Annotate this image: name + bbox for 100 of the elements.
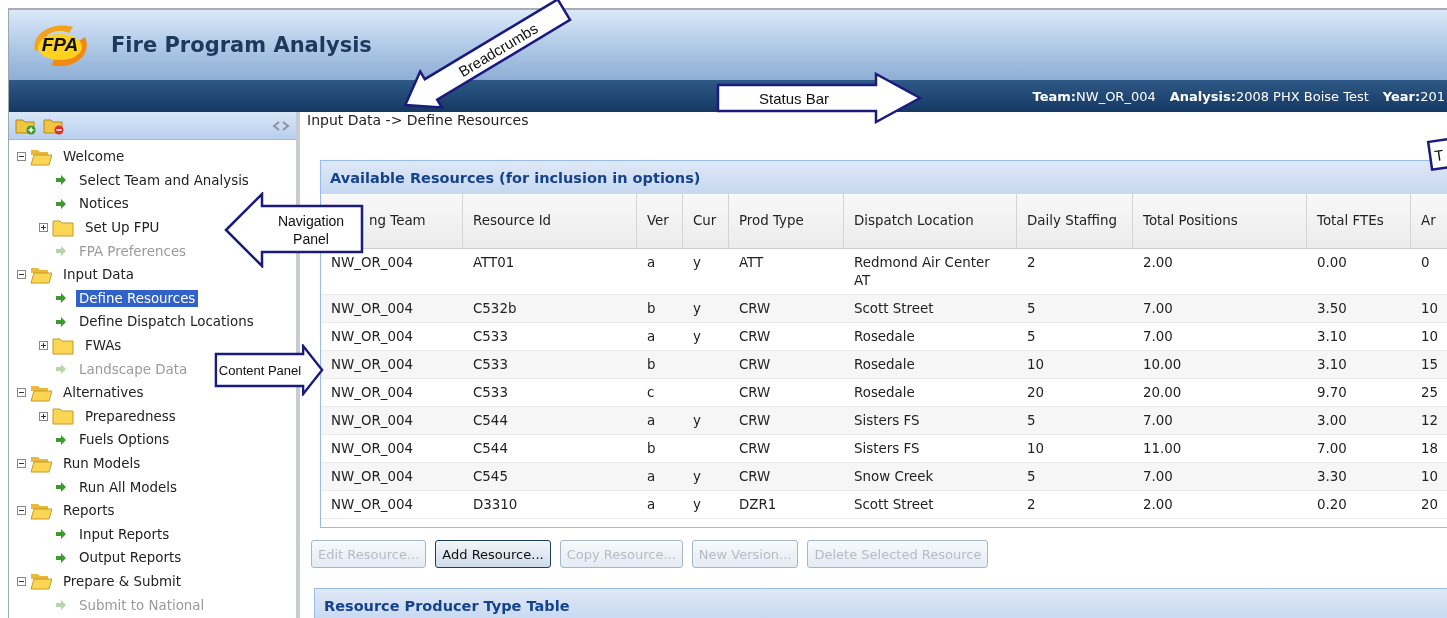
expand-icon[interactable]	[39, 341, 48, 351]
table-cell-text: 10	[1026, 440, 1046, 458]
arrow-icon	[56, 552, 66, 563]
table-cell-text: 2.00	[1142, 496, 1174, 514]
table-cell-text: 20	[1026, 384, 1046, 402]
collapse-icon[interactable]	[17, 152, 26, 162]
tree-item[interactable]: Run All Models	[76, 478, 180, 496]
table-cell-text: C544	[472, 412, 509, 430]
tree-item[interactable]: Preparedness	[82, 407, 179, 425]
column-header[interactable]: Cur	[683, 194, 729, 249]
table-cell-text: Sisters FS	[853, 440, 921, 458]
collapse-icon[interactable]	[17, 388, 26, 398]
arrow-icon	[56, 293, 66, 304]
tree-item[interactable]: Select Team and Analysis	[76, 171, 252, 189]
status-item: Team:NW_OR_004	[1032, 88, 1156, 104]
column-header[interactable]: Dispatch Location	[844, 194, 1017, 249]
table-cell-text: 7.00	[1142, 468, 1174, 486]
table-row[interactable]: NW_OR_004 C544 a y CRW Sisters FS 5 7.00 3.00 12	[321, 407, 1447, 435]
table-cell-text: 5	[1026, 300, 1037, 318]
action-button[interactable]: Add Resource...	[435, 540, 551, 568]
table-cell-text: 7.00	[1316, 440, 1348, 458]
status-item: Year:201	[1382, 88, 1445, 104]
panel-title: Available Resources (for inclusion in options)	[330, 169, 701, 186]
table-row[interactable]: NW_OR_004 C533 b CRW Rosedale 10 10.00 3.10 15	[321, 351, 1447, 379]
open-folder-icon	[30, 147, 52, 166]
collapse-icon[interactable]	[17, 459, 26, 468]
expand-icon[interactable]	[39, 411, 48, 421]
table-cell-text: C533	[472, 328, 509, 346]
open-folder-icon	[30, 454, 52, 473]
column-header[interactable]: Ver	[637, 194, 683, 249]
table-cell-text: NW_OR_004	[330, 412, 415, 430]
table-cell-text: y	[692, 328, 702, 346]
table-cell-text: 5	[1026, 328, 1037, 346]
tree-item[interactable]: Welcome	[60, 148, 128, 166]
table-cell-text: C533	[472, 384, 509, 402]
tree-item[interactable]: Set Up FPU	[82, 219, 163, 237]
folder-icon	[52, 407, 74, 426]
table-cell-text: a	[646, 468, 657, 486]
table-cell-text: 25	[1420, 384, 1440, 402]
tree-item[interactable]: Output Reports	[76, 549, 185, 567]
tree-item[interactable]: Run Models	[60, 455, 144, 472]
table-cell-text: NW_OR_004	[330, 496, 415, 514]
table-cell-text: CRW	[738, 412, 772, 430]
table-cell-text: C533	[472, 356, 509, 374]
tree-item[interactable]: Define Resources	[76, 289, 199, 307]
column-header[interactable]: Ar	[1411, 194, 1447, 249]
table-cell-text: CRW	[738, 356, 772, 374]
table-cell-text: 10	[1420, 468, 1440, 486]
column-header[interactable]: Prod Type	[729, 194, 844, 249]
table-cell-text: NW_OR_004	[330, 300, 415, 318]
table-cell-text: 7.00	[1142, 300, 1174, 318]
callout-arrow: Status Bar	[716, 72, 922, 124]
expand-icon[interactable]	[39, 223, 48, 233]
arrow-icon	[56, 199, 66, 209]
tree-item[interactable]: Prepare & Submit	[60, 573, 184, 590]
tree-item[interactable]: Fuels Options	[76, 431, 173, 449]
panel-title: Resource Producer Type Table	[324, 597, 570, 614]
table-cell-text: CRW	[738, 384, 772, 402]
status-item: Analysis:2008 PHX Boise Test	[1169, 88, 1369, 104]
table-cell-text: Scott Street	[853, 300, 935, 318]
collapse-icon[interactable]	[17, 506, 26, 516]
table-cell-text: 3.30	[1316, 468, 1348, 486]
table-cell-text: C532b	[472, 300, 518, 318]
table-row[interactable]: NW_OR_004 C532b b y CRW Scott Street 5 7.00 3.50 10	[321, 295, 1447, 323]
collapse-icon[interactable]	[17, 270, 26, 280]
column-header[interactable]: Total Positions	[1133, 194, 1307, 249]
column-header[interactable]: Daily Staffing	[1017, 194, 1133, 249]
table-cell-text: NW_OR_004	[330, 328, 415, 346]
table-cell-text: 12	[1420, 412, 1440, 430]
table-cell-text: 15	[1420, 356, 1440, 374]
table-cell-text: 3.50	[1316, 300, 1348, 318]
tree-item[interactable]: Input Data	[60, 266, 137, 284]
arrow-icon	[56, 175, 66, 186]
new-folder-icon[interactable]	[15, 116, 37, 135]
tree-item[interactable]: Define Dispatch Locations	[76, 313, 257, 331]
table-cell-text: 18	[1420, 440, 1440, 458]
arrow-icon	[56, 529, 66, 540]
table-cell-text: CRW	[738, 440, 772, 458]
table-cell-text: a	[646, 496, 657, 514]
collapse-icon[interactable]	[17, 577, 26, 586]
table-cell-text: 20	[1420, 496, 1440, 514]
table-cell-text: c	[646, 384, 656, 402]
column-header[interactable]: Total FTEs	[1307, 194, 1411, 249]
tree-item[interactable]: Alternatives	[60, 384, 147, 402]
table-cell-text: CRW	[738, 328, 772, 346]
tree-item[interactable]: Input Reports	[76, 525, 173, 543]
table-row[interactable]: NW_OR_004 C545 a y CRW Snow Creek 5 7.00 3.30 10	[321, 463, 1447, 491]
table-cell-text: b	[646, 440, 657, 458]
table-cell-text: NW_OR_004	[330, 468, 415, 486]
column-header[interactable]: Resource Id	[463, 194, 637, 249]
arrow-icon	[56, 482, 66, 493]
tree-item[interactable]: Reports	[60, 502, 118, 520]
table-cell-text: 9.70	[1316, 384, 1348, 402]
tree-item[interactable]: Notices	[76, 195, 132, 213]
remove-folder-icon[interactable]	[43, 116, 65, 135]
table-cell-text: 2.00	[1142, 254, 1174, 272]
folder-icon	[52, 336, 74, 355]
table-cell-text: Rosedale	[853, 356, 916, 374]
table-cell-text: Rosedale	[853, 384, 916, 402]
tree-item[interactable]: FWAs	[82, 337, 125, 355]
